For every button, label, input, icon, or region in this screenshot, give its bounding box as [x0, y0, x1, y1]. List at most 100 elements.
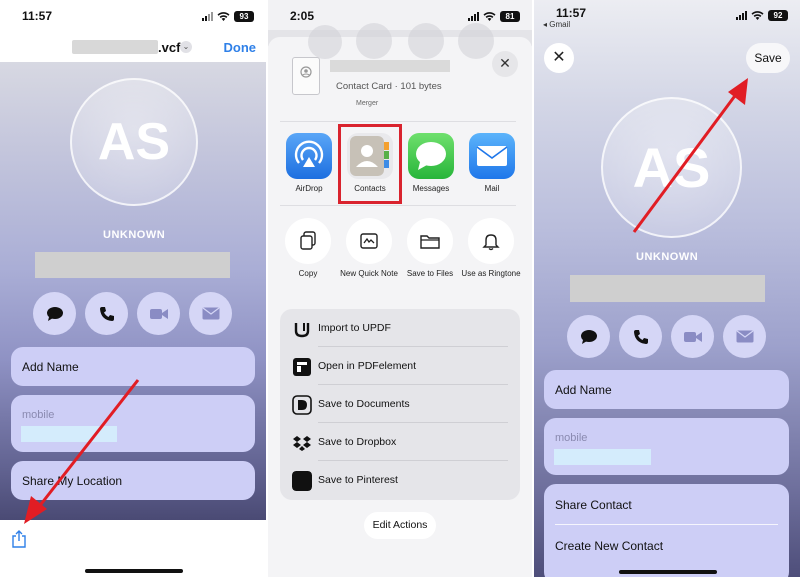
mail-icon [736, 330, 753, 343]
app-label: Messages [412, 184, 450, 193]
quick-note-icon [360, 233, 378, 249]
blurred-contact-avatar [356, 23, 392, 59]
contacts-highlight-box [338, 124, 402, 204]
close-button[interactable]: ✕ [492, 51, 518, 77]
vcf-file-icon [292, 57, 320, 95]
blurred-contact-avatar [408, 23, 444, 59]
wifi-icon [751, 11, 764, 20]
mail-icon [202, 307, 219, 320]
file-meta: Contact Card · 101 bytes [336, 81, 442, 92]
share-sheet: Contact Card · 101 bytes Merger ✕ AirDro… [268, 23, 532, 577]
status-time: 2:05 [290, 9, 315, 23]
list-item-import-to-updf[interactable]: Import to UPDF [280, 309, 520, 347]
mail-button[interactable] [723, 315, 766, 358]
cellular-signal-icon [736, 11, 747, 20]
phone-number-redacted [21, 426, 117, 442]
new-contact-screen: 11:57 ◂ Gmail 92 ✕ Save AS UNKNOWN Add N… [534, 0, 800, 577]
done-button[interactable]: Done [224, 40, 257, 55]
documents-icon [292, 395, 312, 415]
list-item-label: Open in PDFelement [318, 360, 417, 372]
avatar: AS [70, 78, 198, 206]
updf-icon [294, 323, 310, 338]
video-icon [683, 331, 702, 342]
new-quick-note-button[interactable] [346, 218, 392, 264]
mobile-label: mobile [555, 432, 588, 444]
message-button[interactable] [567, 315, 610, 358]
airdrop-icon [294, 140, 324, 167]
create-new-contact-button[interactable]: Create New Contact [544, 525, 789, 565]
app-messages[interactable] [408, 133, 454, 179]
mobile-label: mobile [22, 409, 55, 421]
share-contact-button[interactable]: Share Contact [544, 484, 789, 524]
actions-list: Import to UPDF Open in PDFelement Save t… [280, 309, 520, 500]
list-item-open-in-pdfelement[interactable]: Open in PDFelement [280, 347, 520, 385]
app-airdrop[interactable] [286, 133, 332, 179]
app-mail[interactable] [469, 133, 515, 179]
folder-icon [420, 235, 440, 249]
redacted-info [570, 275, 765, 302]
battery-icon: 93 [234, 11, 254, 22]
use-as-ringtone-button[interactable] [468, 218, 514, 264]
edit-actions-button[interactable]: Edit Actions [364, 512, 436, 539]
add-name-field[interactable]: Add Name [11, 347, 255, 386]
copy-button[interactable] [285, 218, 331, 264]
contact-card: AS UNKNOWN Add Name mobile Share My Loca… [0, 62, 266, 520]
call-button[interactable] [85, 292, 128, 335]
mobile-field[interactable]: mobile [11, 395, 255, 452]
blurred-contact-avatar [458, 23, 494, 59]
wifi-icon [217, 12, 230, 21]
filename-extension: .vcf [158, 40, 181, 55]
merger-label: Merger [356, 100, 379, 107]
copy-icon [300, 231, 316, 250]
contact-name-unknown: UNKNOWN [103, 229, 166, 241]
phone-icon [633, 329, 648, 344]
back-to-gmail-link[interactable]: ◂ Gmail [543, 20, 570, 29]
message-button[interactable] [33, 292, 76, 335]
mail-icon [476, 146, 508, 166]
chevron-down-icon[interactable]: ⌄ [180, 41, 192, 53]
mobile-field[interactable]: mobile [544, 418, 789, 475]
phone-number-redacted [554, 449, 651, 465]
preview-header: .vcf ⌄ Done [0, 30, 266, 62]
home-indicator [619, 570, 717, 574]
bell-icon [482, 234, 500, 251]
share-icon[interactable] [11, 530, 27, 548]
list-item-save-to-documents[interactable]: Save to Documents [280, 385, 520, 423]
dropbox-icon [293, 436, 311, 451]
status-bar: 11:57 ◂ Gmail 92 [534, 0, 800, 30]
add-name-label: Add Name [22, 360, 79, 374]
list-item-save-to-dropbox[interactable]: Save to Dropbox [280, 423, 520, 461]
app-label: Mail [484, 184, 500, 193]
cellular-signal-icon [468, 12, 479, 21]
video-button[interactable] [671, 315, 714, 358]
pdfelement-icon [293, 358, 311, 376]
divider [280, 205, 516, 206]
file-title-redacted [330, 60, 450, 72]
share-contact-label: Share Contact [555, 498, 632, 512]
message-icon [580, 329, 597, 344]
call-button[interactable] [619, 315, 662, 358]
redacted-info [35, 252, 230, 278]
contact-actions: Share Contact Create New Contact [544, 484, 789, 577]
message-icon [46, 306, 63, 321]
add-name-field[interactable]: Add Name [544, 370, 789, 409]
create-new-contact-label: Create New Contact [555, 539, 664, 553]
list-item-label: Import to UPDF [318, 322, 391, 334]
home-indicator [85, 569, 183, 573]
video-button[interactable] [137, 292, 180, 335]
messages-icon [416, 142, 446, 170]
share-location-button[interactable]: Share My Location [11, 461, 255, 500]
battery-icon: 81 [500, 11, 520, 22]
status-time: 11:57 [22, 9, 53, 23]
add-name-label: Add Name [555, 383, 612, 397]
app-label: AirDrop [295, 184, 323, 193]
list-item-label: Save to Dropbox [318, 436, 397, 448]
filename-redacted [72, 40, 158, 54]
mail-button[interactable] [189, 292, 232, 335]
list-item-save-to-pinterest[interactable]: Save to Pinterest [280, 461, 520, 499]
save-to-files-button[interactable] [407, 218, 453, 264]
contact-name-unknown: UNKNOWN [636, 251, 699, 263]
save-button[interactable]: Save [746, 43, 790, 73]
close-button[interactable]: ✕ [544, 43, 574, 73]
vcf-preview-screen: 11:57 93 .vcf ⌄ Done AS UNKNOWN Add Name [0, 0, 266, 577]
